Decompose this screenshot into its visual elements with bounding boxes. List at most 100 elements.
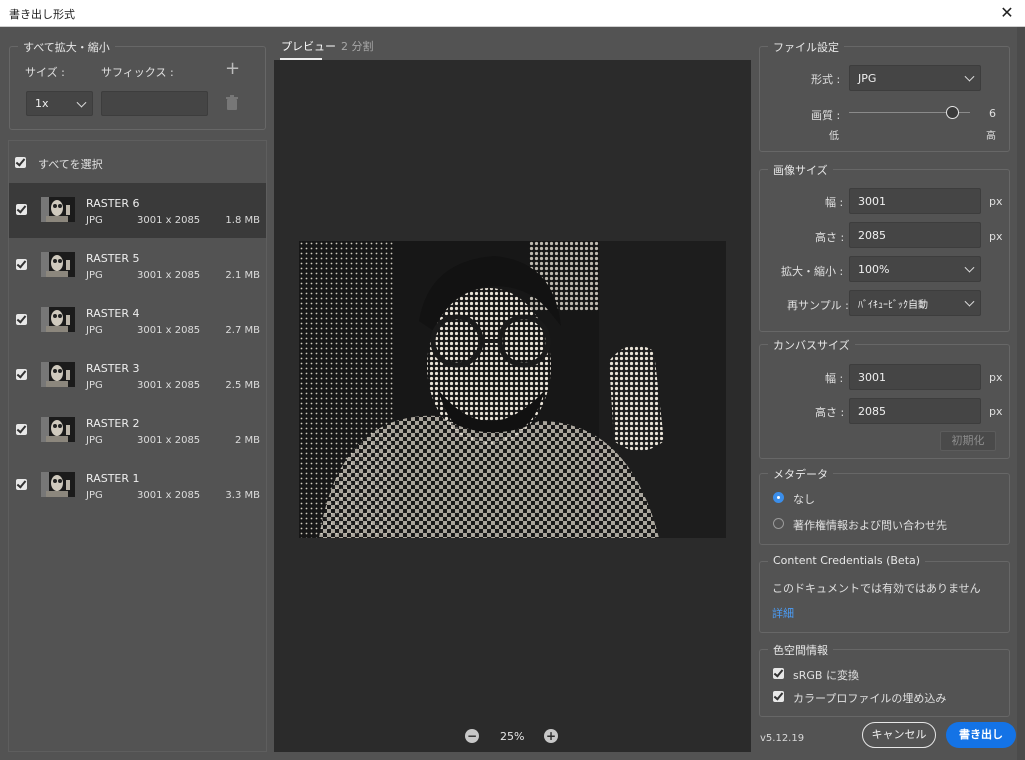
asset-row[interactable]: RASTER 6 JPG 3001 x 2085 1.8 MB [9, 183, 266, 238]
canvas-height-field[interactable]: 2085 [849, 398, 981, 424]
chevron-down-icon [964, 296, 975, 307]
canvas-width-label: 幅 : [825, 372, 844, 385]
resample-select[interactable]: ﾊﾞｲｷｭｰﾋﾞｯｸ自動 [849, 290, 981, 316]
asset-name: RASTER 6 [86, 197, 140, 210]
content-credentials-group: Content Credentials (Beta) [759, 554, 1010, 633]
asset-dimensions: 3001 x 2085 [137, 380, 201, 391]
asset-size: 2.1 MB [225, 270, 260, 281]
asset-format: JPG [86, 435, 103, 446]
asset-dimensions: 3001 x 2085 [137, 325, 201, 336]
embed-profile-checkbox[interactable] [773, 691, 784, 702]
reset-button[interactable]: 初期化 [940, 431, 996, 451]
size-label: サイズ : [25, 66, 65, 79]
image-width-field[interactable]: 3001 [849, 188, 981, 214]
scale-select[interactable]: 100% [849, 256, 981, 282]
chevron-down-icon [964, 262, 975, 273]
scale-size-select[interactable]: 1x [26, 91, 93, 116]
asset-format: JPG [86, 215, 103, 226]
image-width-value: 3001 [858, 194, 886, 208]
select-all-checkbox[interactable] [15, 157, 26, 168]
canvas-width-value: 3001 [858, 370, 886, 384]
asset-checkbox[interactable] [16, 204, 27, 215]
asset-thumbnail [41, 252, 75, 277]
asset-dimensions: 3001 x 2085 [137, 270, 201, 281]
asset-name: RASTER 4 [86, 307, 140, 320]
quality-value: 6 [989, 107, 996, 120]
zoom-level: 25% [500, 730, 525, 743]
metadata-group: メタデータ [759, 466, 1010, 545]
format-value: JPG [858, 71, 877, 85]
quality-slider-thumb[interactable] [946, 106, 960, 119]
window-edge [1017, 27, 1025, 760]
image-height-unit: px [989, 230, 1003, 243]
details-link[interactable]: 詳細 [772, 605, 794, 621]
zoom-in-button[interactable]: + [544, 729, 558, 743]
image-size-legend: 画像サイズ [768, 162, 833, 178]
export-button[interactable]: 書き出し [946, 722, 1016, 748]
asset-checkbox[interactable] [16, 314, 27, 325]
suffix-input[interactable] [101, 91, 208, 116]
version-label: v5.12.19 [760, 733, 805, 744]
content-credentials-legend: Content Credentials (Beta) [768, 554, 926, 567]
zoom-out-button[interactable]: − [465, 729, 479, 743]
canvas-size-legend: カンバスサイズ [768, 337, 855, 353]
convert-srgb-checkbox[interactable] [773, 668, 784, 679]
asset-size: 2 MB [234, 435, 260, 446]
asset-checkbox[interactable] [16, 259, 27, 270]
image-height-label: 高さ : [815, 231, 845, 244]
format-select[interactable]: JPG [849, 65, 981, 91]
tab-split[interactable]: 2 分割 [341, 38, 374, 54]
quality-label: 画質 : [811, 109, 841, 122]
image-height-value: 2085 [858, 228, 886, 242]
asset-name: RASTER 1 [86, 472, 140, 485]
image-width-label: 幅 : [825, 196, 844, 209]
format-label: 形式 : [811, 73, 841, 86]
asset-checkbox[interactable] [16, 424, 27, 435]
canvas-height-unit: px [989, 405, 1003, 418]
asset-thumbnail [41, 362, 75, 387]
asset-name: RASTER 3 [86, 362, 140, 375]
image-height-field[interactable]: 2085 [849, 222, 981, 248]
asset-thumbnail [41, 197, 75, 222]
scale-label: 拡大・縮小 : [781, 265, 844, 278]
asset-row[interactable]: RASTER 2 JPG 3001 x 2085 2 MB [9, 403, 266, 458]
asset-format: JPG [86, 270, 103, 281]
color-space-legend: 色空間情報 [768, 642, 833, 658]
chevron-down-icon [76, 97, 87, 108]
asset-thumbnail [41, 417, 75, 442]
canvas-width-field[interactable]: 3001 [849, 364, 981, 390]
quality-high-label: 高 [986, 131, 996, 142]
metadata-copyright-label: 著作権情報および問い合わせ先 [793, 519, 947, 532]
asset-checkbox[interactable] [16, 479, 27, 490]
quality-low-label: 低 [829, 131, 839, 142]
chevron-down-icon [964, 71, 975, 82]
asset-format: JPG [86, 490, 103, 501]
embed-profile-label: カラープロファイルの埋め込み [793, 692, 947, 705]
asset-dimensions: 3001 x 2085 [137, 215, 201, 226]
scale-group-legend: すべて拡大・縮小 [18, 39, 115, 55]
tab-preview[interactable]: プレビュー [281, 38, 336, 54]
asset-row[interactable]: RASTER 5 JPG 3001 x 2085 2.1 MB [9, 238, 266, 293]
select-all-label: すべてを選択 [38, 158, 103, 171]
resample-value: ﾊﾞｲｷｭｰﾋﾞｯｸ自動 [858, 299, 928, 311]
trash-icon[interactable] [225, 95, 239, 111]
window-title: 書き出し形式 [9, 8, 75, 21]
asset-row[interactable]: RASTER 1 JPG 3001 x 2085 3.3 MB [9, 458, 266, 513]
canvas-height-label: 高さ : [815, 406, 845, 419]
asset-thumbnail [41, 472, 75, 497]
cancel-button[interactable]: キャンセル [862, 722, 936, 748]
asset-dimensions: 3001 x 2085 [137, 490, 201, 501]
asset-row[interactable]: RASTER 4 JPG 3001 x 2085 2.7 MB [9, 293, 266, 348]
metadata-copyright-radio[interactable] [773, 518, 784, 529]
close-icon[interactable]: ✕ [997, 3, 1017, 23]
metadata-none-label: なし [793, 493, 815, 506]
add-scale-icon[interactable]: + [225, 58, 240, 79]
metadata-none-radio[interactable] [773, 492, 784, 503]
asset-checkbox[interactable] [16, 369, 27, 380]
canvas-width-unit: px [989, 371, 1003, 384]
suffix-label: サフィックス : [101, 66, 174, 79]
preview-image [299, 241, 726, 538]
content-credentials-message: このドキュメントでは有効ではありません [772, 582, 981, 595]
asset-name: RASTER 5 [86, 252, 140, 265]
asset-row[interactable]: RASTER 3 JPG 3001 x 2085 2.5 MB [9, 348, 266, 403]
